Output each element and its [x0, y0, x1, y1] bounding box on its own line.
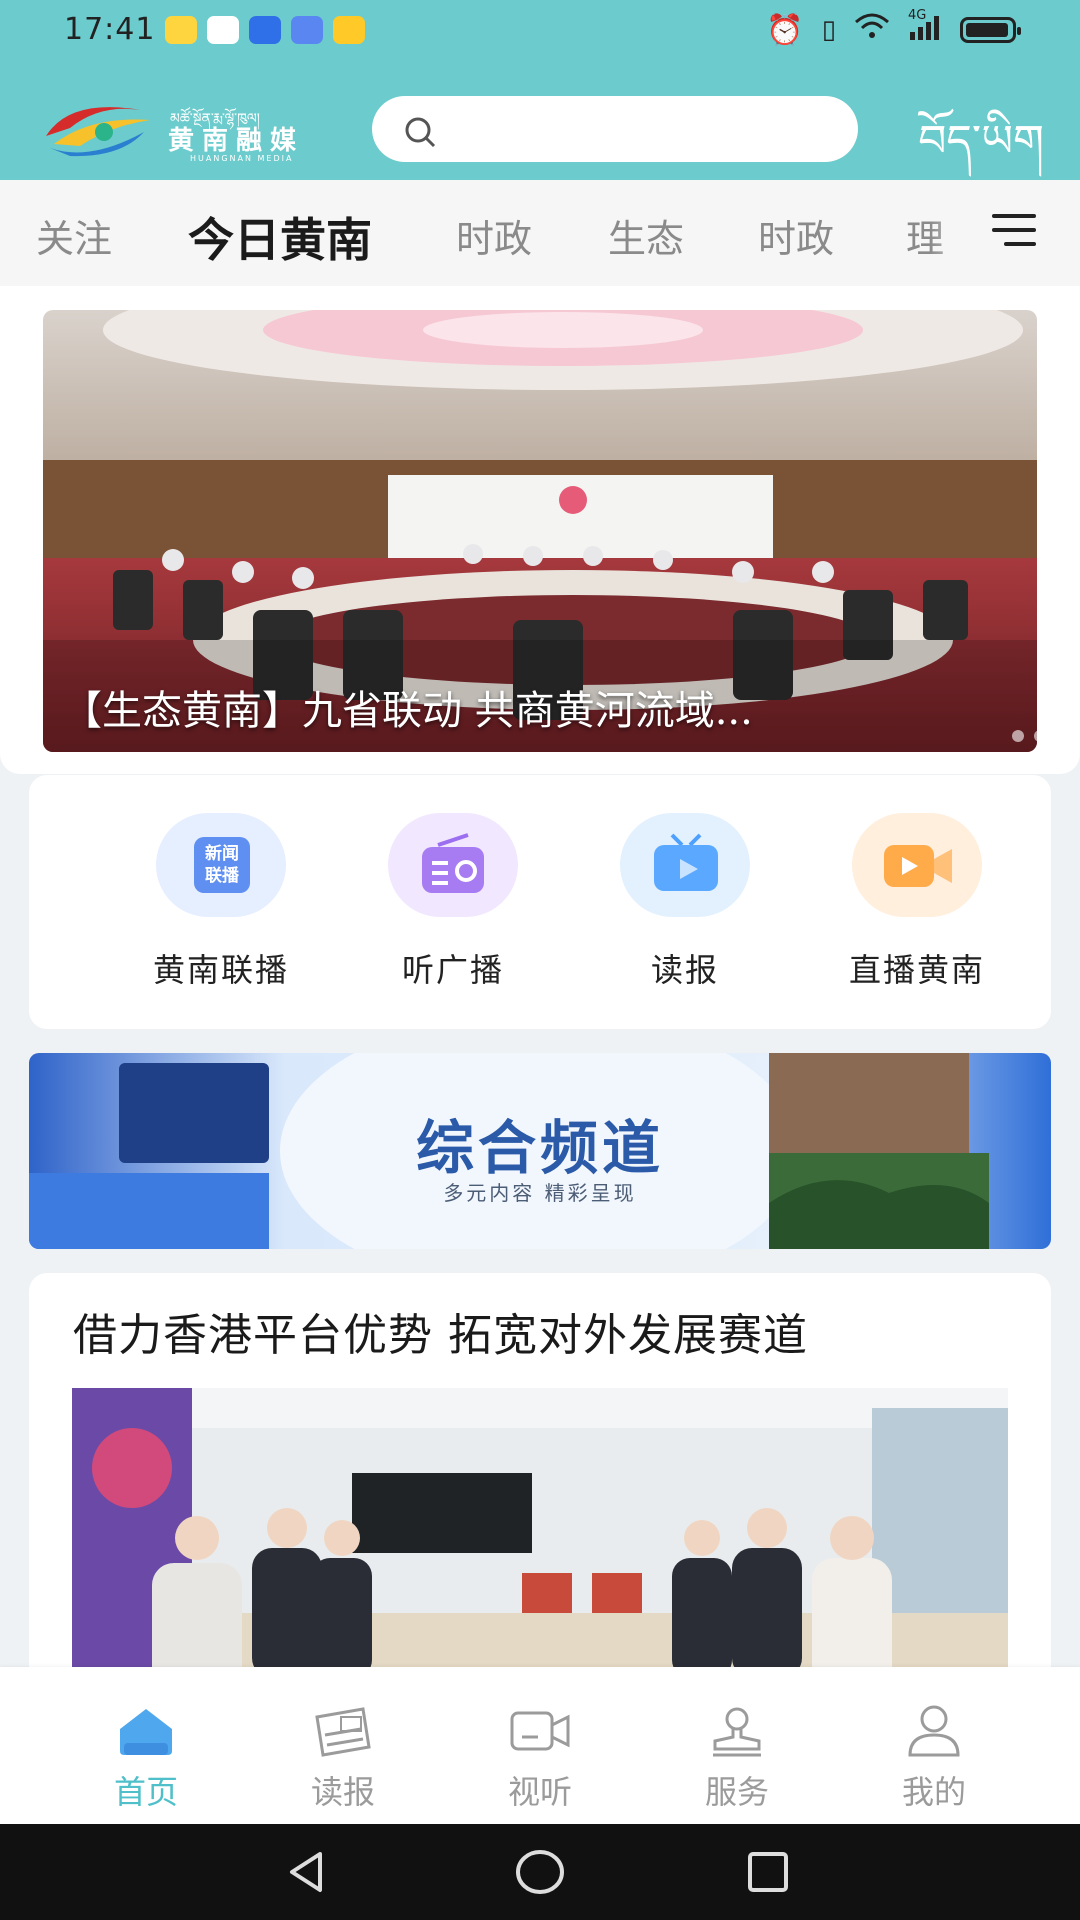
- status-right: ⏰ ▯ 4G: [766, 8, 1021, 48]
- notification-icons: [165, 16, 365, 44]
- tab-politics-2[interactable]: 时政: [758, 208, 834, 263]
- tab-follow[interactable]: 关注: [36, 208, 112, 263]
- status-bar: 17:41 ⏰ ▯ 4G: [0, 0, 1080, 80]
- weather-icon: [333, 16, 365, 44]
- hero-caption[interactable]: 【生态黄南】九省联动 共商黄河流域...: [62, 678, 1002, 736]
- nav-home[interactable]: 首页: [76, 1703, 216, 1813]
- nav-label: 视听: [507, 1773, 572, 1811]
- quick-label: 听广播: [401, 951, 504, 989]
- category-tabs: 关注 今日黄南 时政 生态 时政 理: [0, 180, 1080, 286]
- quick-live[interactable]: 直播黄南: [817, 813, 1017, 991]
- tab-ecology[interactable]: 生态: [608, 208, 684, 263]
- news-card[interactable]: 借力香港平台优势 拓宽对外发展赛道: [29, 1273, 1051, 1693]
- nav-label: 我的: [901, 1773, 966, 1811]
- nav-label: 首页: [113, 1773, 178, 1811]
- signal-icon: 4G: [908, 8, 942, 46]
- wifi-icon: [854, 12, 890, 48]
- bottom-nav: 首页 读报 视听 服务 我的: [0, 1667, 1080, 1824]
- app-icon: [291, 16, 323, 44]
- vibrate-icon: ▯: [821, 15, 836, 45]
- carousel-dots: [1012, 730, 1046, 742]
- quick-label: 直播黄南: [848, 951, 985, 989]
- app-icon: [249, 16, 281, 44]
- search-icon: [405, 117, 436, 148]
- back-icon[interactable]: [282, 1848, 330, 1896]
- carousel-dot: [1012, 730, 1024, 742]
- profile-icon: [908, 1705, 960, 1757]
- quick-label: 读报: [650, 951, 719, 989]
- nav-read-paper[interactable]: 读报: [273, 1703, 413, 1813]
- system-nav-bar: [0, 1824, 1080, 1920]
- home-circle-icon[interactable]: [514, 1848, 566, 1896]
- nav-service[interactable]: 服务: [667, 1703, 807, 1813]
- home-icon: [120, 1709, 172, 1755]
- news-image[interactable]: [72, 1388, 1008, 1693]
- battery-icon: [960, 17, 1021, 43]
- quick-radio[interactable]: 听广播: [353, 813, 553, 991]
- tabs-fade: [930, 190, 980, 280]
- nav-label: 读报: [310, 1773, 375, 1811]
- video-icon: [510, 1711, 570, 1751]
- quick-news-broadcast[interactable]: 新闻 联播 黄南联播: [121, 813, 321, 991]
- tab-politics[interactable]: 时政: [456, 208, 532, 263]
- search-input[interactable]: [372, 96, 858, 162]
- status-time: 17:41: [64, 12, 156, 47]
- logo-subtext: HUANGNAN MEDIA: [190, 154, 294, 163]
- radio-icon: [388, 813, 518, 917]
- banner-title: 综合频道: [415, 1114, 664, 1182]
- quick-label: 黄南联播: [152, 951, 289, 989]
- app-header: མཚོ་སྔོན་རྨ་ལྷོ་ཁུལ། 黄南融媒 HUANGNAN MEDIA…: [0, 80, 1080, 180]
- news-broadcast-icon: 新闻 联播: [156, 813, 286, 917]
- shield-icon: [207, 16, 239, 44]
- tab-today-huangnan[interactable]: 今日黄南: [188, 204, 372, 270]
- service-icon: [713, 1707, 761, 1757]
- network-type: 4G: [908, 8, 927, 23]
- app-logo: མཚོ་སྔོན་རྨ་ལྷོ་ཁུལ། 黄南融媒 HUANGNAN MEDIA: [40, 98, 340, 168]
- quick-read-paper[interactable]: 读报: [585, 813, 785, 991]
- nav-label: 服务: [704, 1773, 769, 1811]
- video-camera-icon: [852, 813, 982, 917]
- tv-icon: [620, 813, 750, 917]
- channel-banner[interactable]: 综合频道 多元内容 精彩呈现: [29, 1053, 1051, 1249]
- news-title[interactable]: 借力香港平台优势 拓宽对外发展赛道: [73, 1299, 808, 1363]
- alarm-icon: ⏰: [766, 12, 804, 48]
- nav-audio-video[interactable]: 视听: [470, 1703, 610, 1813]
- nav-profile[interactable]: 我的: [864, 1703, 1004, 1813]
- newspaper-icon: [315, 1707, 371, 1757]
- recents-icon[interactable]: [744, 1848, 792, 1896]
- quick-access-panel: 新闻 联播 黄南联播 听广播 读报 直播黄南: [29, 775, 1051, 1029]
- hero-carousel[interactable]: 【生态黄南】九省联动 共商黄河流域...: [0, 286, 1080, 774]
- carousel-dot: [1034, 730, 1046, 742]
- banner-subtitle: 多元内容 精彩呈现: [443, 1181, 637, 1205]
- logo-mark-icon: [46, 107, 150, 157]
- menu-icon[interactable]: [990, 210, 1038, 250]
- weibo-icon: [165, 16, 197, 44]
- logo-text: 黄南融媒: [168, 126, 305, 156]
